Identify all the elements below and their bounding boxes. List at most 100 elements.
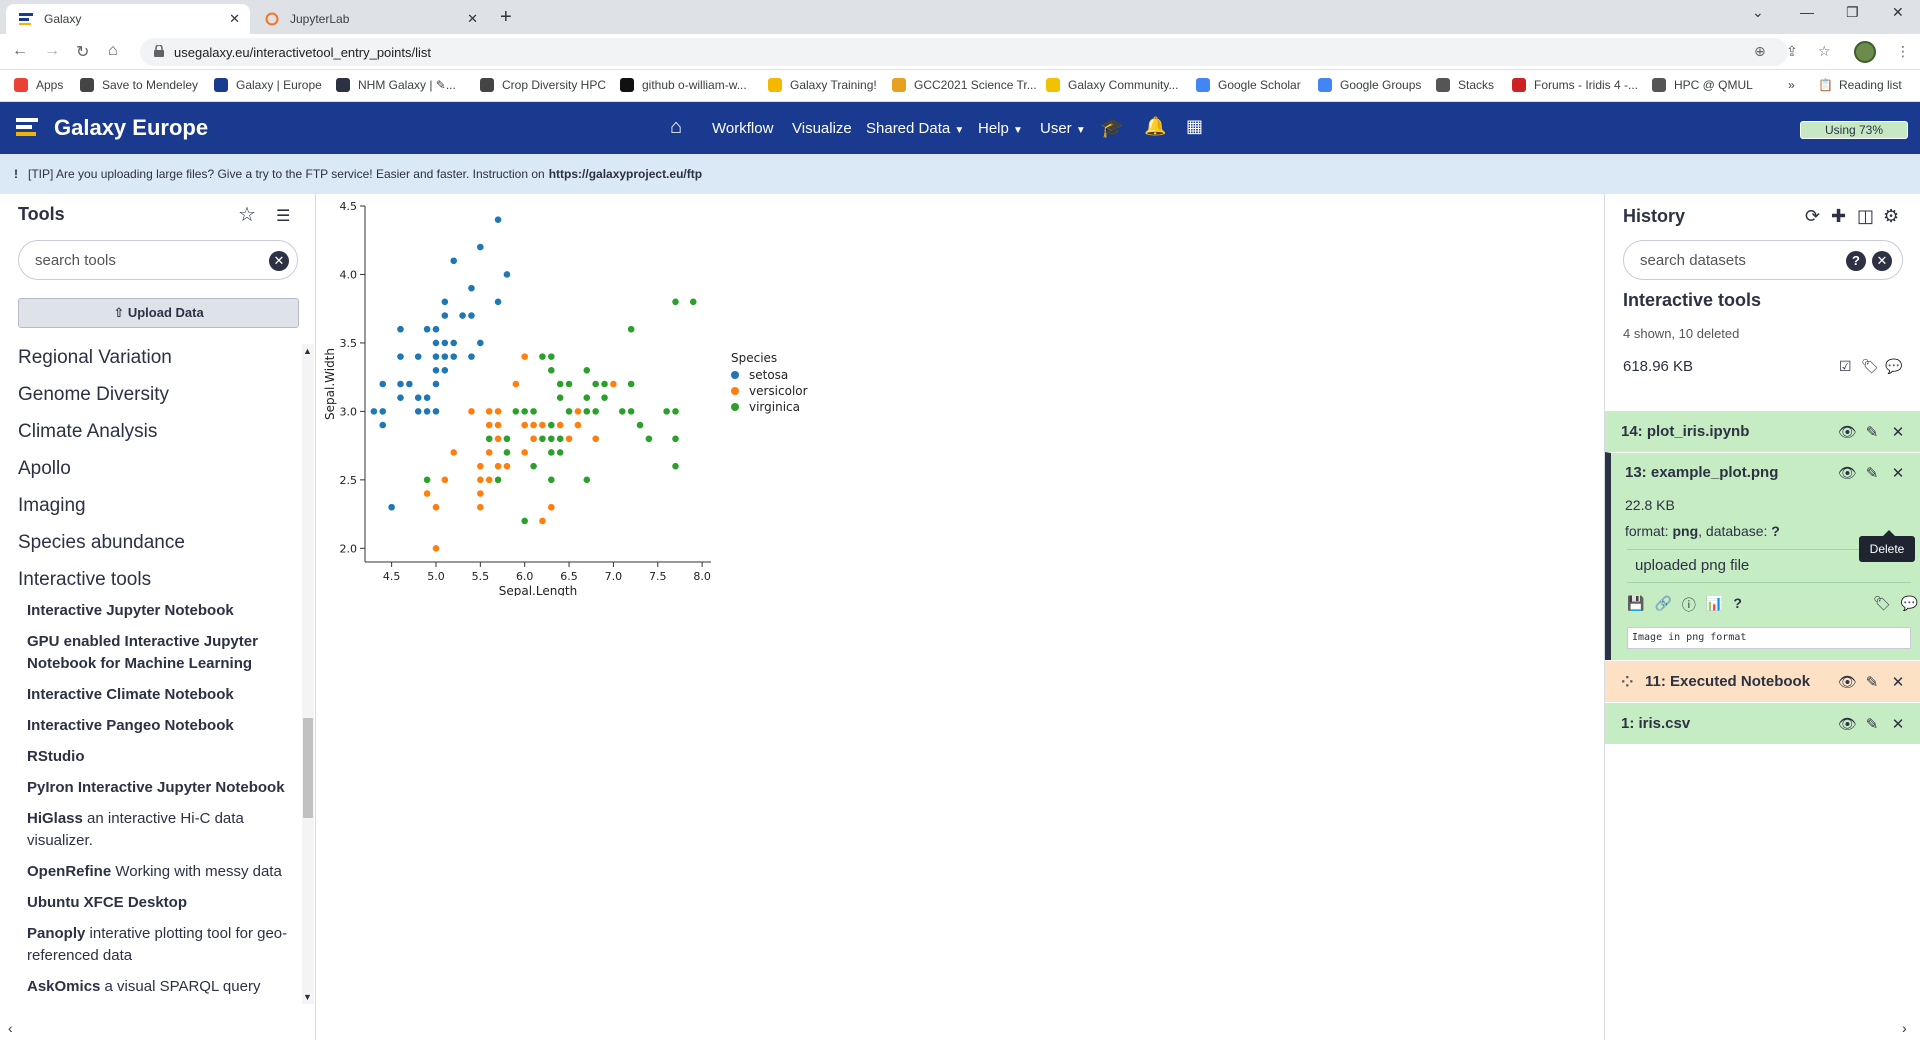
link-icon[interactable]: 🔗 <box>1654 595 1671 615</box>
reading-list-button[interactable]: 📋 Reading list <box>1818 78 1902 92</box>
bookmark-item[interactable]: Galaxy Training! <box>768 78 877 92</box>
tool-link[interactable]: HiGlass an interactive Hi-C data visuali… <box>27 808 297 852</box>
tool-section[interactable]: Imaging <box>18 490 298 527</box>
tool-link[interactable]: Interactive Pangeo Notebook <box>27 715 297 737</box>
new-history-icon[interactable]: ✚ <box>1831 206 1846 227</box>
refresh-icon[interactable]: ⟳ <box>1805 206 1820 227</box>
clear-search-icon[interactable]: ✕ <box>1872 251 1892 271</box>
pencil-icon[interactable]: ✎ <box>1864 673 1880 691</box>
bookmark-star-icon[interactable]: ☆ <box>1818 43 1831 60</box>
bookmark-item[interactable]: Galaxy Community... <box>1046 78 1178 92</box>
bookmark-item[interactable]: Save to Mendeley <box>80 78 198 92</box>
profile-avatar[interactable] <box>1854 41 1876 63</box>
delete-x-icon[interactable]: ✕ <box>1890 464 1906 482</box>
zoom-icon[interactable]: ⊕ <box>1754 43 1766 60</box>
annotation-icon[interactable]: 💬 <box>1885 358 1902 375</box>
close-tab-icon[interactable]: ✕ <box>229 11 240 27</box>
list-view-icon[interactable]: ☰ <box>276 206 290 226</box>
window-close-icon[interactable]: ✕ <box>1892 4 1904 21</box>
delete-x-icon[interactable]: ✕ <box>1890 715 1906 733</box>
scroll-up-icon[interactable]: ▲ <box>303 346 312 356</box>
pencil-icon[interactable]: ✎ <box>1864 423 1880 441</box>
bookmark-item[interactable]: NHM Galaxy | ✎... <box>336 78 456 92</box>
menu-icon[interactable]: ⋮ <box>1896 43 1910 60</box>
bookmark-item[interactable]: HPC @ QMUL <box>1652 78 1753 92</box>
notifications-bell-icon[interactable]: 🔔 <box>1144 116 1166 137</box>
reload-icon[interactable]: ↻ <box>76 42 89 62</box>
dataset-item[interactable]: 1: iris.csv 👁 ✎ ✕ <box>1605 702 1920 744</box>
save-icon[interactable]: 💾 <box>1627 595 1644 615</box>
tool-section[interactable]: Apollo <box>18 453 298 490</box>
dataset-item[interactable]: 14: plot_iris.ipynb 👁 ✎ ✕ <box>1605 410 1920 452</box>
tool-panel-scroll-thumb[interactable] <box>303 718 313 818</box>
galaxy-logo-icon[interactable] <box>16 118 38 138</box>
share-icon[interactable]: ⇪ <box>1786 43 1798 60</box>
help-question-icon[interactable]: ? <box>1733 595 1742 615</box>
tool-link[interactable]: GPU enabled Interactive Jupyter Notebook… <box>27 631 297 675</box>
home-icon[interactable]: ⌂ <box>108 42 118 60</box>
browser-tab-jupyterlab[interactable]: JupyterLab ✕ <box>252 4 488 34</box>
quota-meter[interactable]: Using 73% <box>1800 121 1908 139</box>
apps-grid-icon[interactable]: ▦ <box>1186 116 1203 137</box>
new-tab-icon[interactable]: + <box>500 6 512 29</box>
maximize-icon[interactable]: ❐ <box>1846 4 1859 21</box>
tool-panel-scrollbar[interactable] <box>302 344 314 1004</box>
history-name[interactable]: Interactive tools <box>1623 290 1761 311</box>
history-options-gear-icon[interactable]: ⚙ <box>1883 206 1899 227</box>
eye-icon[interactable]: 👁 <box>1838 464 1857 482</box>
eye-icon[interactable]: 👁 <box>1838 715 1857 733</box>
dataset-title[interactable]: 14: plot_iris.ipynb <box>1621 423 1749 440</box>
tool-section[interactable]: Species abundance <box>18 527 298 564</box>
tool-link[interactable]: Ubuntu XFCE Desktop <box>27 892 297 914</box>
nav-workflow[interactable]: Workflow <box>712 120 773 137</box>
delete-x-icon[interactable]: ✕ <box>1890 673 1906 691</box>
tool-section[interactable]: Regional Variation <box>18 342 298 379</box>
tool-link[interactable]: OpenRefine Working with messy data <box>27 861 297 883</box>
favorites-star-icon[interactable]: ☆ <box>238 202 256 227</box>
nav-visualize[interactable]: Visualize <box>792 120 852 137</box>
close-tab-icon[interactable]: ✕ <box>467 11 478 27</box>
pencil-icon[interactable]: ✎ <box>1864 715 1880 733</box>
nav-shared-data[interactable]: Shared Data ▼ <box>866 120 964 137</box>
dataset-search-input[interactable]: search datasets ? ✕ <box>1623 240 1903 280</box>
scroll-right-icon[interactable]: › <box>1902 1020 1907 1036</box>
home-icon[interactable]: ⌂ <box>670 116 682 139</box>
tool-link[interactable]: Interactive Jupyter Notebook <box>27 600 297 622</box>
dataset-title[interactable]: 11: Executed Notebook <box>1645 673 1810 690</box>
graduation-cap-icon[interactable]: 🎓 <box>1100 116 1124 140</box>
visualize-chart-icon[interactable]: 📊 <box>1706 595 1723 615</box>
bookmark-item[interactable]: Forums - Iridis 4 -... <box>1512 78 1638 92</box>
address-bar[interactable]: usegalaxy.eu/interactivetool_entry_point… <box>140 38 1788 66</box>
pencil-icon[interactable]: ✎ <box>1864 464 1880 482</box>
more-bookmarks-icon[interactable]: » <box>1788 78 1795 92</box>
tip-link[interactable]: https://galaxyproject.eu/ftp <box>549 167 702 181</box>
multiview-icon[interactable]: ◫ <box>1857 206 1874 227</box>
tool-link[interactable]: Panoply interative plotting tool for geo… <box>27 923 297 967</box>
bookmark-item[interactable]: GCC2021 Science Tr... <box>892 78 1037 92</box>
brand-title[interactable]: Galaxy Europe <box>54 115 208 141</box>
tool-link[interactable]: RStudio <box>27 746 297 768</box>
nav-help[interactable]: Help ▼ <box>978 120 1023 137</box>
annotation-icon[interactable]: 💬 <box>1901 595 1918 612</box>
forward-icon[interactable]: → <box>44 42 60 60</box>
database-value[interactable]: ? <box>1771 523 1780 539</box>
nav-user[interactable]: User ▼ <box>1040 120 1086 137</box>
upload-data-button[interactable]: ⇧ Upload Data <box>18 298 299 328</box>
tool-section[interactable]: Genome Diversity <box>18 379 298 416</box>
clear-search-icon[interactable]: ✕ <box>269 251 289 271</box>
tool-section[interactable]: Interactive tools <box>18 564 298 601</box>
bookmark-item[interactable]: Stacks <box>1436 78 1494 92</box>
back-icon[interactable]: ← <box>12 42 28 60</box>
eye-icon[interactable]: 👁 <box>1838 673 1857 691</box>
tags-icon[interactable]: 🏷 <box>1873 595 1891 612</box>
scroll-left-icon[interactable]: ‹ <box>8 1020 13 1036</box>
minimize-icon[interactable]: — <box>1800 4 1814 20</box>
tool-link[interactable]: PyIron Interactive Jupyter Notebook <box>27 777 297 799</box>
scroll-down-icon[interactable]: ▼ <box>303 992 312 1002</box>
bookmark-item[interactable]: Crop Diversity HPC <box>480 78 606 92</box>
bookmark-item[interactable]: Google Scholar <box>1196 78 1301 92</box>
dataset-title[interactable]: 1: iris.csv <box>1621 715 1690 732</box>
dataset-item-running[interactable]: ⁘ 11: Executed Notebook 👁 ✎ ✕ <box>1605 660 1920 702</box>
bookmark-item[interactable]: Google Groups <box>1318 78 1421 92</box>
tool-link[interactable]: AskOmics a visual SPARQL query <box>27 976 297 998</box>
